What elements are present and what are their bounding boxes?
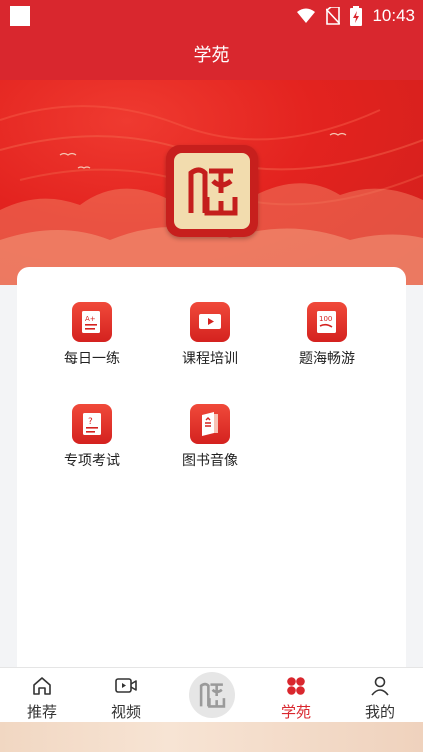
menu-item-daily-practice[interactable]: A+ 每日一练	[42, 302, 142, 372]
menu-item-question-sea[interactable]: 100 题海畅游	[277, 302, 377, 372]
paper-a-plus-icon: A+	[72, 302, 112, 342]
wifi-icon	[297, 8, 316, 23]
seal-icon	[188, 167, 238, 216]
svg-text:100: 100	[319, 315, 332, 323]
score-100-icon: 100	[307, 302, 347, 342]
user-icon	[338, 674, 422, 698]
status-bar: 10:43	[0, 0, 423, 32]
menu-item-books-media[interactable]: 图书音像	[160, 404, 260, 474]
tab-mine[interactable]: 我的	[338, 674, 422, 722]
center-logo-button[interactable]	[189, 672, 235, 718]
menu-item-label: 题海畅游	[299, 351, 355, 367]
hero-banner	[0, 80, 423, 285]
home-icon	[0, 674, 84, 698]
video-play-icon	[190, 302, 230, 342]
svg-text:?: ?	[88, 417, 93, 427]
clover-icon	[254, 674, 338, 698]
menu-item-label: 专项考试	[64, 453, 120, 469]
tab-label: 推荐	[26, 703, 57, 721]
menu-item-label: 课程培训	[182, 351, 238, 367]
academy-logo	[166, 145, 258, 237]
video-icon	[84, 674, 168, 698]
clock: 10:43	[372, 6, 415, 25]
menu-item-label: 每日一练	[64, 351, 120, 367]
no-sim-icon	[326, 7, 341, 25]
bottom-decor-strip	[0, 722, 423, 752]
tab-video[interactable]: 视频	[84, 674, 168, 722]
menu-item-course-training[interactable]: 课程培训	[160, 302, 260, 372]
tab-label: 学苑	[280, 703, 311, 721]
status-icons: 10:43	[296, 5, 415, 27]
svg-text:A+: A+	[85, 315, 96, 323]
menu-item-special-exam[interactable]: ? 专项考试	[42, 404, 142, 474]
notification-icon	[10, 6, 30, 26]
feature-card: A+ 每日一练 课程培训 100 题海畅游 ? 专项考试 图书音像	[17, 267, 406, 687]
bottom-nav: 推荐 视频 学苑 我的	[0, 667, 423, 722]
menu-item-label: 图书音像	[182, 453, 238, 469]
book-icon	[190, 404, 230, 444]
seal-icon	[199, 682, 226, 708]
battery-icon	[350, 6, 363, 26]
tab-recommend[interactable]: 推荐	[0, 674, 84, 722]
tab-academy[interactable]: 学苑	[254, 674, 338, 722]
exam-question-icon: ?	[72, 404, 112, 444]
tab-label: 我的	[364, 703, 395, 721]
tab-label: 视频	[110, 703, 141, 721]
page-title: 学苑	[0, 32, 423, 80]
